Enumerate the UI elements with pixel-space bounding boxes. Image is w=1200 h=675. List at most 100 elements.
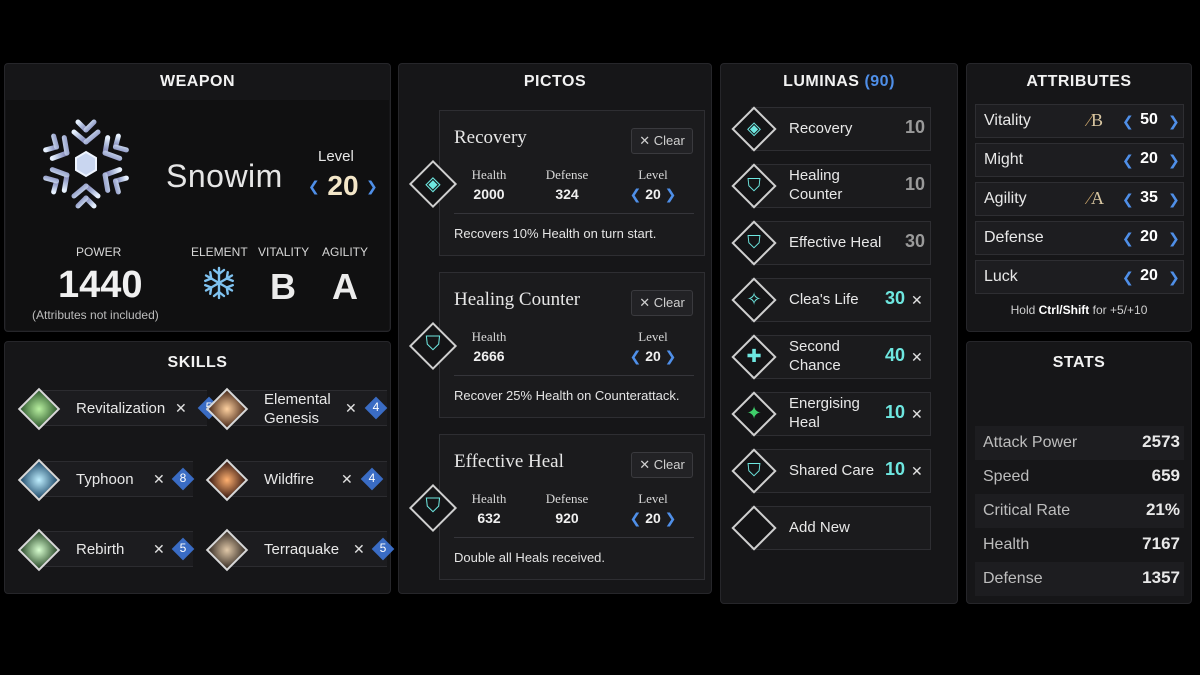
lumina-cost: 30 bbox=[905, 231, 926, 251]
picto-card[interactable]: Healing Counter ✕ Clear Health 2666 Leve… bbox=[439, 272, 705, 418]
weapon-panel: WEAPON Snowim Level ❮ 20 ❯ POWER 1440 (A… bbox=[4, 63, 391, 332]
level-stepper: ❮ 20 ❯ bbox=[629, 186, 677, 203]
lumina-name: Clea's Life bbox=[789, 291, 859, 308]
remove-skill-icon[interactable]: ✕ bbox=[341, 471, 353, 488]
attribute-value: 50 bbox=[1140, 111, 1158, 128]
lumina-slot[interactable]: ✚ Second Chance 40 ✕ bbox=[729, 332, 931, 382]
level-increase[interactable]: ❯ bbox=[665, 186, 677, 203]
attribute-increase[interactable]: ❯ bbox=[1168, 269, 1180, 286]
divider bbox=[454, 537, 694, 538]
attribute-value: 20 bbox=[1140, 150, 1158, 167]
weapon-name: Snowim bbox=[166, 158, 283, 194]
attribute-increase[interactable]: ❯ bbox=[1168, 152, 1180, 169]
attribute-row-defense: Defense ❮ 20 ❯ bbox=[975, 221, 1184, 255]
attribute-decrease[interactable]: ❮ bbox=[1122, 191, 1134, 208]
skill-slot[interactable]: Terraquake ✕ 5 bbox=[205, 528, 395, 572]
remove-lumina-icon[interactable]: ✕ bbox=[911, 349, 923, 366]
lumina-slot[interactable]: ✧ Clea's Life 30 ✕ bbox=[729, 275, 931, 325]
level-increase[interactable]: ❯ bbox=[665, 510, 677, 527]
skill-slot[interactable]: Typhoon ✕ 8 bbox=[17, 458, 195, 502]
level-decrease[interactable]: ❮ bbox=[630, 348, 642, 365]
picto-description: Double all Heals received. bbox=[454, 550, 606, 565]
lumina-cost: 10 bbox=[885, 402, 906, 422]
second-chance-lumina-icon: ✚ bbox=[729, 332, 779, 382]
vitality-grade: B bbox=[270, 266, 296, 307]
skill-slot[interactable]: Revitalization ✕ 5 bbox=[17, 387, 221, 431]
attribute-decrease[interactable]: ❮ bbox=[1122, 230, 1134, 247]
lumina-cost: 10 bbox=[905, 174, 926, 194]
stat-row: Defense 1357 bbox=[975, 562, 1184, 596]
attribute-decrease[interactable]: ❮ bbox=[1122, 113, 1134, 130]
luminas-panel: LUMINAS (90) ◈ Recovery 10 ⛉ Healing Cou… bbox=[720, 63, 958, 604]
skill-slot[interactable]: Elemental Genesis ✕ 4 bbox=[205, 387, 388, 431]
level-decrease[interactable]: ❮ bbox=[630, 510, 642, 527]
vitality-label: VITALITY bbox=[258, 245, 310, 259]
defense-value: 324 bbox=[555, 186, 579, 202]
attribute-row-luck: Luck ❮ 20 ❯ bbox=[975, 260, 1184, 294]
clear-button[interactable]: ✕ Clear bbox=[631, 452, 693, 478]
stats-title: STATS bbox=[1052, 354, 1106, 371]
cleas-life-lumina-icon: ✧ bbox=[729, 275, 779, 325]
level-decrease[interactable]: ❮ bbox=[630, 186, 642, 203]
power-note: (Attributes not included) bbox=[32, 308, 159, 322]
attribute-increase[interactable]: ❯ bbox=[1168, 113, 1180, 130]
lumina-slot[interactable]: ⛉ Effective Heal 30 bbox=[729, 220, 931, 267]
lumina-slot[interactable]: ⛉ Healing Counter 10 bbox=[729, 163, 931, 210]
attribute-increase[interactable]: ❯ bbox=[1168, 191, 1180, 208]
health-label: Health bbox=[471, 329, 507, 344]
empty-slot-icon bbox=[729, 503, 779, 553]
effective-heal-picto-icon: ⛉ bbox=[407, 482, 459, 534]
remove-lumina-icon[interactable]: ✕ bbox=[911, 406, 923, 423]
level-label: Level bbox=[638, 329, 668, 344]
health-value: 2666 bbox=[473, 348, 505, 364]
stat-row: Critical Rate 21% bbox=[975, 494, 1184, 528]
level-label: Level bbox=[638, 491, 668, 506]
remove-lumina-icon[interactable]: ✕ bbox=[911, 463, 923, 480]
picto-description: Recover 25% Health on Counterattack. bbox=[454, 388, 680, 403]
remove-skill-icon[interactable]: ✕ bbox=[153, 541, 165, 558]
attribute-row-might: Might ❮ 20 ❯ bbox=[975, 143, 1184, 177]
weapon-level-increase[interactable]: ❯ bbox=[366, 178, 378, 195]
divider bbox=[454, 213, 694, 214]
weapon-details: Snowim Level ❮ 20 ❯ POWER 1440 (Attribut… bbox=[6, 100, 389, 330]
clear-button[interactable]: ✕ Clear bbox=[631, 128, 693, 154]
energising-heal-lumina-icon: ✦ bbox=[729, 389, 779, 439]
attribute-value: 20 bbox=[1140, 228, 1158, 245]
skill-slot[interactable]: Rebirth ✕ 5 bbox=[17, 528, 195, 572]
remove-lumina-icon[interactable]: ✕ bbox=[911, 292, 923, 309]
picto-card[interactable]: Recovery ✕ Clear Health 2000 Defense 324… bbox=[439, 110, 705, 256]
attribute-value: 20 bbox=[1140, 267, 1158, 284]
lumina-slot[interactable]: ✦ Energising Heal 10 ✕ bbox=[729, 389, 931, 439]
level-stepper: ❮ 20 ❯ bbox=[629, 348, 677, 365]
add-new-lumina-button[interactable]: Add New bbox=[729, 503, 931, 553]
health-label: Health bbox=[471, 491, 507, 506]
skill-slot[interactable]: Wildfire ✕ 4 bbox=[205, 458, 387, 502]
stats-panel: STATS Attack Power 2573 Speed 659 Critical… bbox=[966, 341, 1192, 604]
lumina-points: (90) bbox=[864, 73, 895, 90]
close-icon: ✕ bbox=[639, 295, 654, 310]
remove-skill-icon[interactable]: ✕ bbox=[175, 400, 187, 417]
attribute-increase[interactable]: ❯ bbox=[1168, 230, 1180, 247]
remove-skill-icon[interactable]: ✕ bbox=[353, 541, 365, 558]
agility-label: AGILITY bbox=[322, 245, 369, 259]
health-label: Health bbox=[471, 167, 507, 182]
attributes-title: ATTRIBUTES bbox=[1026, 73, 1132, 90]
level-increase[interactable]: ❯ bbox=[665, 348, 677, 365]
remove-skill-icon[interactable]: ✕ bbox=[153, 471, 165, 488]
lumina-name: Shared Care bbox=[789, 462, 875, 479]
rebirth-icon bbox=[17, 528, 61, 572]
level-stepper: ❮ 20 ❯ bbox=[629, 510, 677, 527]
attribute-decrease[interactable]: ❮ bbox=[1122, 152, 1134, 169]
typhoon-icon bbox=[17, 458, 61, 502]
remove-skill-icon[interactable]: ✕ bbox=[345, 400, 357, 417]
lumina-name: Healing Counter bbox=[789, 167, 843, 203]
lumina-slot[interactable]: ⛉ Shared Care 10 ✕ bbox=[729, 448, 931, 495]
recovery-picto-icon: ◈ bbox=[407, 158, 459, 210]
attribute-decrease[interactable]: ❮ bbox=[1122, 269, 1134, 286]
picto-card[interactable]: Effective Heal ✕ Clear Health 632 Defens… bbox=[439, 434, 705, 580]
defense-label: Defense bbox=[545, 491, 589, 506]
weapon-level-decrease[interactable]: ❮ bbox=[308, 178, 320, 195]
health-value: 632 bbox=[477, 510, 501, 526]
lumina-slot[interactable]: ◈ Recovery 10 bbox=[729, 106, 931, 153]
clear-button[interactable]: ✕ Clear bbox=[631, 290, 693, 316]
